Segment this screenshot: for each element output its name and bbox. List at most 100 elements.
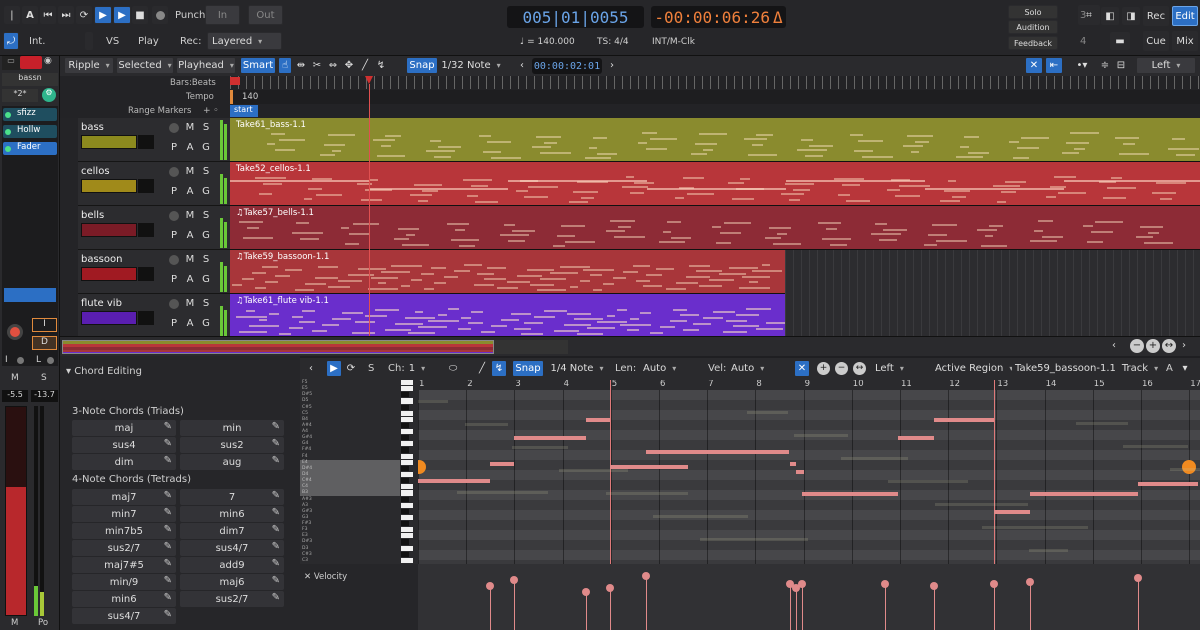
chord-button[interactable]: min7b5 ✎ — [72, 523, 176, 539]
plugin-sfizz[interactable]: sfizz — [3, 108, 57, 121]
piano-key[interactable] — [401, 422, 409, 429]
piano-key[interactable] — [401, 441, 413, 447]
edit-pencil-icon[interactable]: ✎ — [164, 609, 172, 620]
trim-knob[interactable] — [7, 324, 23, 340]
track-automation-button[interactable]: A — [183, 272, 197, 286]
chord-button[interactable]: sus2/7 ✎ — [180, 591, 284, 607]
marker-icon[interactable]: A — [22, 6, 38, 24]
track-group-button[interactable]: G — [199, 272, 213, 286]
iso-label[interactable]: I — [5, 355, 8, 365]
editor-list-icon[interactable]: ◧ — [1101, 7, 1119, 25]
bbt-ruler[interactable] — [230, 76, 1200, 89]
midi-zoom-in-icon[interactable]: + — [817, 362, 830, 375]
monitor-section-icon[interactable]: ▬ — [1110, 32, 1130, 50]
start-marker[interactable]: start — [230, 105, 258, 117]
midi-ruler[interactable]: 1 2 3 4 5 6 7 8 9 10 11 12 13 14 15 16 17 — [418, 380, 1200, 390]
edit-pencil-icon[interactable]: ✎ — [272, 575, 280, 586]
chord-button[interactable]: maj7 ✎ — [72, 489, 176, 505]
record-arm-icon[interactable] — [169, 211, 179, 221]
edit-pencil-icon[interactable]: ✎ — [164, 455, 172, 466]
midi-a-button[interactable]: A — [1166, 363, 1173, 374]
track-name[interactable]: cellos — [81, 166, 110, 177]
chord-button[interactable]: min ✎ — [180, 420, 284, 436]
track-header[interactable]: cellos M S P A G — [78, 162, 230, 206]
stop-icon[interactable]: ■ — [132, 6, 148, 24]
record-arm-icon[interactable] — [169, 167, 179, 177]
meter-point-label[interactable]: M — [11, 618, 18, 628]
empty-lane-area[interactable] — [785, 250, 1200, 336]
chord-button[interactable]: sus4/7 ✎ — [72, 608, 176, 624]
velocity-handle[interactable] — [606, 584, 614, 592]
play-icon[interactable]: ▶ — [113, 6, 131, 24]
clock-source[interactable]: INT/M-Clk — [652, 37, 695, 47]
play-range-icon[interactable]: ▶ — [94, 6, 112, 24]
chord-button[interactable]: 7 ✎ — [180, 489, 284, 505]
scroll-right-icon[interactable]: › — [1182, 340, 1194, 352]
midi-play-icon[interactable]: ▶ — [326, 360, 342, 377]
piano-key[interactable] — [401, 551, 409, 557]
velocity-handle[interactable] — [642, 572, 650, 580]
strip-color[interactable] — [20, 56, 42, 69]
snap-button[interactable]: Snap — [406, 57, 438, 74]
peak-display[interactable]: -13.7 — [31, 390, 58, 402]
zoom-fit-icon[interactable]: ↔ — [1162, 339, 1176, 353]
audition-tool-icon[interactable]: ✥ — [342, 57, 356, 74]
rec-mode-select[interactable]: Layered — [207, 32, 282, 50]
velocity-select[interactable]: Auto — [728, 360, 782, 377]
track-automation-button[interactable]: A — [183, 140, 197, 154]
track-solo-button[interactable]: S — [199, 120, 213, 134]
edit-pencil-icon[interactable]: ✎ — [272, 455, 280, 466]
piano-key[interactable] — [401, 453, 413, 459]
velocity-handle[interactable] — [1026, 578, 1034, 586]
disk-monitor-button[interactable]: D — [32, 336, 57, 350]
track-solo-button[interactable]: S — [199, 296, 213, 310]
ripple-target-select[interactable]: Selected — [116, 57, 174, 74]
track-region[interactable]: Take61_bass-1.1 — [230, 118, 1200, 162]
edit-mode-select[interactable]: Ripple — [64, 57, 114, 74]
chord-button[interactable]: add9 ✎ — [180, 557, 284, 573]
piano-key[interactable] — [401, 508, 409, 514]
output-label[interactable]: Po — [38, 618, 48, 628]
strip-width-icon[interactable]: ▭ — [2, 56, 20, 70]
track-header[interactable]: bassoon M S P A G — [78, 250, 230, 294]
bbt-clock[interactable]: 005|01|0055 — [507, 6, 644, 28]
piano-key[interactable] — [401, 435, 409, 441]
zoom-focus-select[interactable]: Left — [1136, 57, 1196, 74]
track-name[interactable]: bass — [81, 122, 104, 133]
plugin-fader[interactable]: Fader — [3, 142, 57, 155]
tempo-ruler[interactable] — [230, 90, 1200, 104]
track-select[interactable]: Track — [1120, 360, 1160, 377]
loop-handle-icon[interactable] — [1182, 460, 1196, 474]
track-region[interactable]: ♫Take57_bells-1.1 — [230, 206, 1200, 250]
loop-start-icon[interactable]: ❘ — [4, 6, 20, 24]
edit-pencil-icon[interactable]: ✎ — [164, 575, 172, 586]
track-automation-button[interactable]: A — [183, 316, 197, 330]
track-automation-button[interactable]: A — [183, 228, 197, 242]
velocity-handle[interactable] — [510, 576, 518, 584]
gain-fader[interactable] — [5, 406, 27, 616]
chord-button[interactable]: sus2/7 ✎ — [72, 540, 176, 556]
midi-note[interactable] — [586, 418, 610, 422]
midi-solo-button[interactable]: S — [368, 363, 374, 374]
midi-zoom-focus-select[interactable]: Left — [872, 360, 928, 377]
velocity-lane-label[interactable]: ✕ Velocity — [304, 572, 347, 582]
play-mode-label[interactable]: Play — [138, 36, 159, 47]
goto-start-icon[interactable]: ⏮ — [40, 6, 56, 24]
piano-key[interactable] — [401, 429, 413, 435]
edit-pencil-icon[interactable]: ✎ — [164, 541, 172, 552]
track-playlist-button[interactable]: P — [167, 272, 181, 286]
lock-label[interactable]: L — [36, 355, 41, 365]
punch-out-button[interactable]: Out — [248, 5, 283, 25]
edit-pencil-icon[interactable]: ✎ — [164, 507, 172, 518]
midi-draw-icon[interactable]: ╱ — [475, 360, 489, 377]
piano-key[interactable] — [401, 545, 413, 551]
piano-key[interactable] — [401, 478, 409, 484]
piano-keyboard[interactable]: F5 E5 D#5 D5 C#5 C5 B4 A#4 A4 G#4 G4 F#4 F4 E4 D#4 D4 C#… — [300, 380, 418, 564]
stretch-tool-icon[interactable]: ⇔ — [326, 57, 340, 74]
track-group-button[interactable]: G — [199, 140, 213, 154]
velocity-handle[interactable] — [930, 582, 938, 590]
track-playlist-button[interactable]: P — [167, 184, 181, 198]
plugin-hollw[interactable]: Hollw — [3, 125, 57, 138]
region-mode-select[interactable]: Active Region — [932, 360, 1008, 377]
time-clock[interactable]: -00:00:06:26 Δ — [651, 6, 786, 28]
